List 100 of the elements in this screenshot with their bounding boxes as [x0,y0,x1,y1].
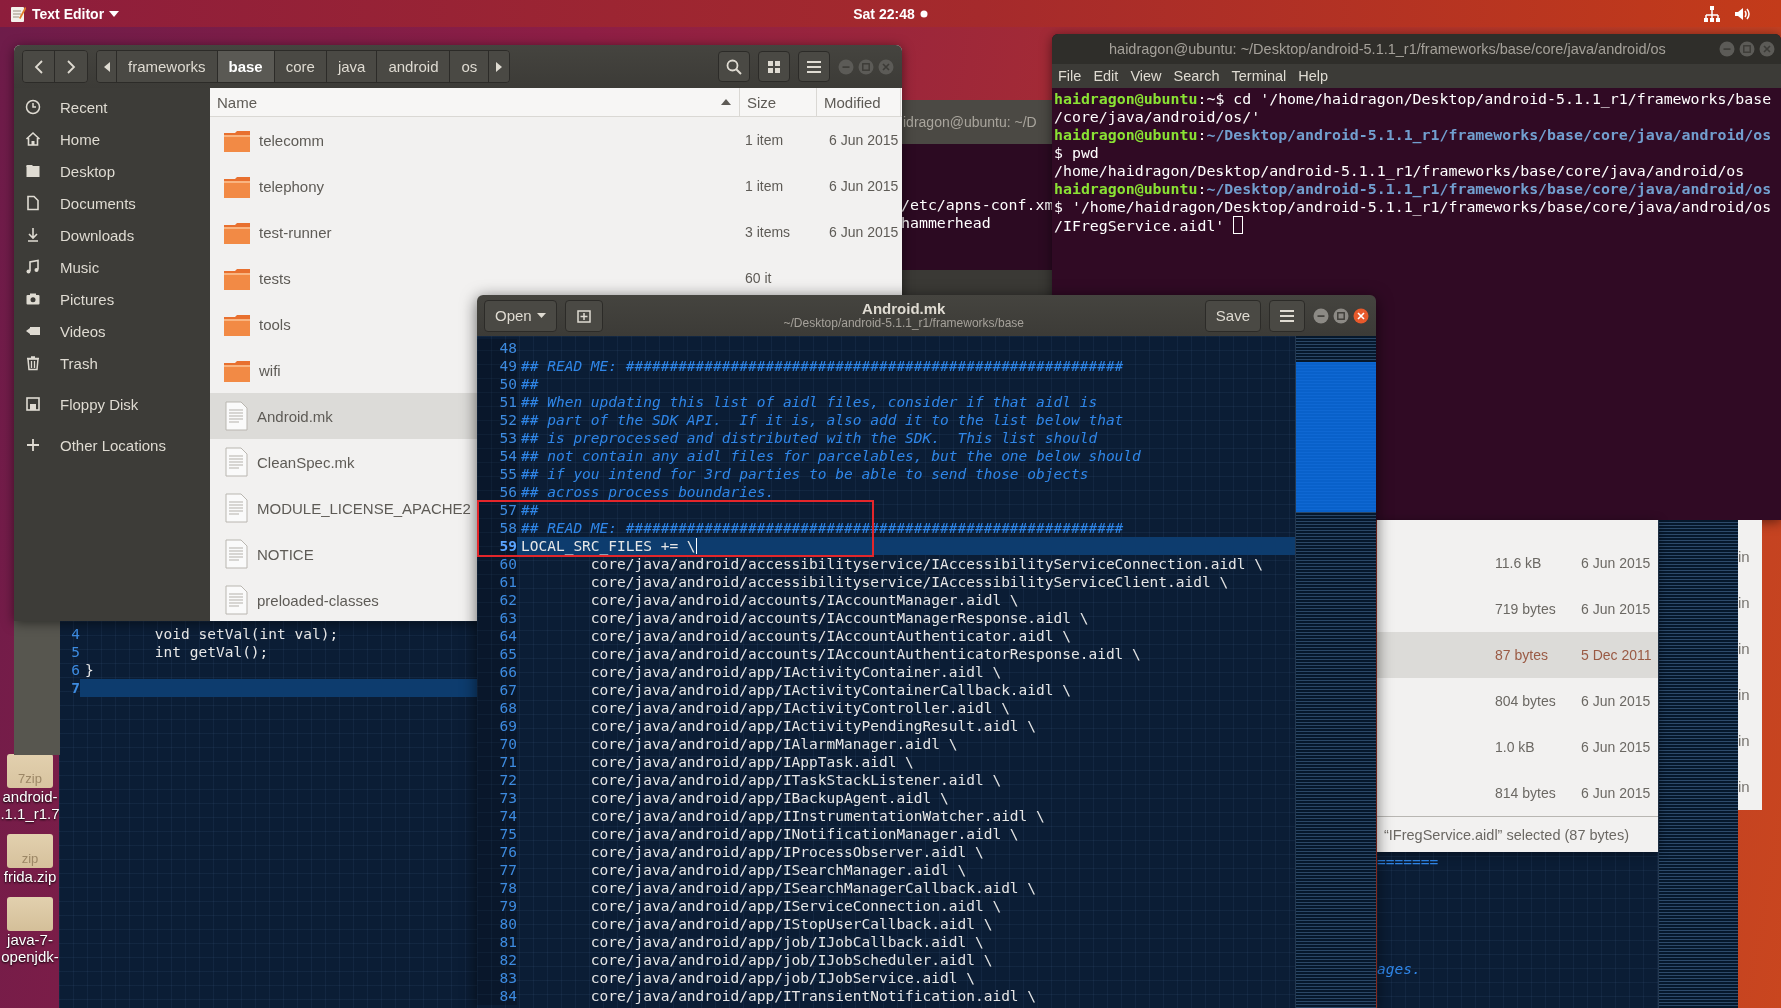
column-header[interactable]: Modified [817,88,901,116]
path-crumb[interactable]: core [274,51,327,82]
document-icon [25,195,41,211]
close-button[interactable] [1353,307,1369,324]
scroll-left-button[interactable] [97,51,117,82]
path-crumb[interactable]: frameworks [117,51,218,82]
sidebar-item[interactable]: Videos [14,315,210,347]
triangle-right-icon [496,61,503,72]
column-header[interactable]: Name [210,88,740,116]
terminal-line: hammerhead [901,214,992,232]
modified-date: 5 Dec 2011 [1581,647,1652,663]
menu-item[interactable]: File [1052,68,1088,84]
path-crumb[interactable]: java [326,51,378,82]
network-icon[interactable] [1703,4,1721,23]
code-line: core/java/android/app/ITaskStackListener.aidl \ [589,771,1003,789]
line-number: 77 [477,861,517,879]
line-number: 6 [70,661,80,679]
line-number: 66 [477,663,517,681]
file-name[interactable]: CleanSpec.mk [257,453,355,471]
sidebar-item[interactable]: Recent [14,91,210,123]
file-name[interactable]: telecomm [259,131,325,149]
window-title: Android.mk [862,300,946,316]
code-line: core/java/android/accounts/IAccountManager.aidl \ [589,591,1020,609]
file-name[interactable]: telephony [259,177,325,195]
terminal-text: /IFregService.aidl' [1054,217,1226,235]
cut-off-text: in [1738,731,1751,750]
sidebar-item[interactable]: Other Locations [14,429,210,461]
file-name[interactable]: tools [259,315,291,333]
document-icon [223,400,250,432]
menu-item[interactable]: Terminal [1225,68,1293,84]
code-line: ## if you intend for 3rd parties to be able to send those objects [520,465,1090,483]
file-name[interactable]: wifi [259,361,281,379]
selected-row[interactable]: 87 bytes 5 Dec 2011 [1377,632,1658,678]
app-menu-button[interactable]: Text Editor [32,5,120,22]
file-label: openjdk- [1,948,59,965]
sidebar-item[interactable]: Pictures [14,283,210,315]
code-line: core/java/android/app/ITransientNotification.aidl \ [589,987,1038,1005]
sidebar-item[interactable]: Music [14,251,210,283]
menu-button[interactable] [1269,299,1305,332]
file-name[interactable]: test-runner [259,223,332,241]
scroll-right-button[interactable] [489,51,510,82]
new-tab-button[interactable] [564,299,603,332]
back-button[interactable] [23,51,55,82]
path-crumb[interactable]: android [377,51,451,82]
path-crumb[interactable]: base [217,51,275,82]
code-line: core/java/android/app/IServiceConnection.aidl \ [589,897,1003,915]
trash-icon [25,355,41,371]
code-line: core/java/android/app/IActivityContainer.aidl \ [589,663,1003,681]
selected-row[interactable]: Android.mk [210,393,477,439]
menu-item[interactable]: Edit [1087,68,1125,84]
cut-off-text: in [1738,547,1751,566]
file-path: ~/Desktop/android-5.1.1_r1/frameworks/base [783,315,1024,331]
path-crumb[interactable]: os [450,51,490,82]
text-cursor [695,538,697,554]
sidebar-item[interactable]: Trash [14,347,210,379]
menu-button[interactable] [798,51,830,82]
column-header[interactable]: Size [740,88,817,116]
forward-button[interactable] [55,51,87,82]
line-number: 72 [477,771,517,789]
file-name[interactable]: NOTICE [257,545,314,563]
code-line: core/java/android/app/INotificationManager.aidl \ [589,825,1020,843]
terminal-text: $ pwd [1054,144,1099,162]
prompt-user: haidragon@ubuntu [1054,180,1198,198]
line-number: 56 [477,483,517,501]
grid-view-button[interactable] [758,51,790,82]
file-name[interactable]: preloaded-classes [257,591,379,609]
file-name[interactable]: Android.mk [257,407,333,425]
sidebar-item[interactable]: Floppy Disk [14,388,210,420]
menu-item[interactable]: Help [1292,68,1335,84]
line-number: 57 [477,501,517,519]
line-number: 5 [70,643,80,661]
menu-item[interactable]: View [1124,68,1168,84]
code-line: core/java/android/app/IProcessObserver.aidl \ [589,843,985,861]
open-button[interactable]: Open [484,299,557,332]
clock[interactable]: Sat 22:48 [853,5,915,22]
grid-icon [768,60,780,73]
line-number: 61 [477,573,517,591]
menu-item[interactable]: Search [1167,68,1226,84]
code-line: ## across process boundaries. [520,483,776,501]
cut-off-text: in [1738,593,1751,612]
line-number: 62 [477,591,517,609]
minimize-button[interactable] [1313,307,1329,324]
search-button[interactable] [718,51,750,82]
file-name[interactable]: tests [259,269,291,287]
code-line: core/java/android/accounts/IAccountAuthenticator.aidl \ [589,627,1072,645]
line-number: 64 [477,627,517,645]
modified-date: 6 Jun 2015 [829,132,899,148]
sidebar-item[interactable]: Downloads [14,219,210,251]
sidebar-item[interactable]: Documents [14,187,210,219]
line-number: 48 [477,339,517,357]
code-line: core/java/android/accessibilityservice/IAccessibilityServiceClient.aidl \ [589,573,1230,591]
sidebar-item[interactable]: Home [14,123,210,155]
code-line: ## [520,501,540,519]
file-name[interactable]: MODULE_LICENSE_APACHE2 [257,499,471,517]
code-line: core/java/android/app/ISearchManager.aidl \ [589,861,968,879]
sidebar-item[interactable]: Desktop [14,155,210,187]
terminal-text: :~$ cd '/home/haidragon/Desktop/android-5.1.1_r1/frameworks/base [1197,90,1772,108]
prompt-path: ~/Desktop/android-5.1.1_r1/frameworks/base/core/java/android/os [1206,126,1772,144]
save-button[interactable]: Save [1204,299,1261,332]
code-line: ## READ ME: ######################################################### [520,357,1125,375]
